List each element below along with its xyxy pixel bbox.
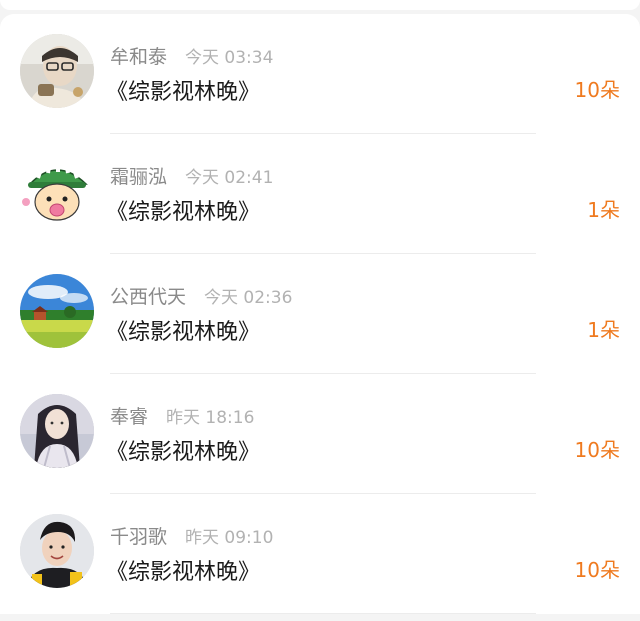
list-item[interactable]: 奉睿 昨天 18:16 《综影视林晚》 10朵 [0, 374, 640, 494]
avatar[interactable] [20, 514, 94, 588]
gift-amount: 1朵 [587, 198, 620, 222]
list-item[interactable]: 公西代天 今天 02:36 《综影视林晚》 1朵 [0, 254, 640, 374]
gift-amount: 10朵 [574, 438, 620, 462]
list-item[interactable]: 霜骊泓 今天 02:41 《综影视林晚》 1朵 [0, 134, 640, 254]
book-title[interactable]: 《综影视林晚》 [106, 434, 260, 466]
avatar[interactable] [20, 34, 94, 108]
timestamp: 昨天 18:16 [166, 407, 255, 428]
book-title[interactable]: 《综影视林晚》 [106, 194, 260, 226]
gift-amount: 10朵 [574, 78, 620, 102]
item-meta: 牟和泰 今天 03:34 [110, 42, 273, 68]
sender-name[interactable]: 公西代天 [110, 282, 186, 309]
sender-name[interactable]: 千羽歌 [110, 522, 167, 549]
gift-amount: 1朵 [587, 318, 620, 342]
item-meta: 千羽歌 昨天 09:10 [110, 522, 273, 548]
avatar-photo-person-glasses-icon [20, 34, 94, 108]
item-meta: 公西代天 今天 02:36 [110, 282, 292, 308]
avatar-cartoon-green-hat-icon [20, 154, 94, 228]
sender-name[interactable]: 霜骊泓 [110, 162, 167, 189]
list-item[interactable]: 千羽歌 昨天 09:10 《综影视林晚》 10朵 [0, 494, 640, 614]
sender-name[interactable]: 牟和泰 [110, 42, 167, 69]
gift-amount: 10朵 [574, 558, 620, 582]
top-strip [0, 0, 640, 14]
previous-card-edge [0, 0, 640, 10]
timestamp: 今天 02:41 [185, 167, 274, 188]
gift-list: 牟和泰 今天 03:34 《综影视林晚》 10朵 霜骊泓 今天 02:41 《综… [0, 14, 640, 614]
avatar-portrait-young-man-icon [20, 514, 94, 588]
book-title[interactable]: 《综影视林晚》 [106, 554, 260, 586]
avatar[interactable] [20, 154, 94, 228]
timestamp: 今天 03:34 [185, 47, 274, 68]
item-meta: 霜骊泓 今天 02:41 [110, 162, 273, 188]
sender-name[interactable]: 奉睿 [110, 402, 148, 429]
item-meta: 奉睿 昨天 18:16 [110, 402, 254, 428]
book-title[interactable]: 《综影视林晚》 [106, 314, 260, 346]
bottom-background [0, 614, 640, 621]
avatar-landscape-house-icon [20, 274, 94, 348]
avatar-portrait-woman-icon [20, 394, 94, 468]
avatar[interactable] [20, 274, 94, 348]
avatar[interactable] [20, 394, 94, 468]
list-item[interactable]: 牟和泰 今天 03:34 《综影视林晚》 10朵 [0, 14, 640, 134]
timestamp: 昨天 09:10 [185, 527, 274, 548]
timestamp: 今天 02:36 [204, 287, 293, 308]
book-title[interactable]: 《综影视林晚》 [106, 74, 260, 106]
